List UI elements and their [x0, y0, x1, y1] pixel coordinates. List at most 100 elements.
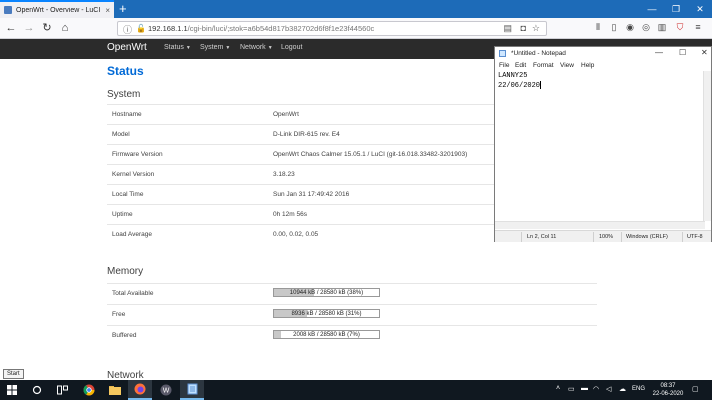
menu-logout[interactable]: Logout	[281, 44, 302, 51]
chrome-taskbar-button[interactable]	[77, 380, 101, 400]
brand-logo[interactable]: OpenWrt	[107, 42, 147, 53]
onedrive-icon[interactable]: ☁	[619, 385, 626, 393]
home-icon[interactable]: ⌂	[58, 21, 72, 35]
vertical-scrollbar[interactable]	[703, 71, 711, 221]
cursor-position: Ln 2, Col 11	[527, 234, 557, 240]
minimize-button[interactable]: —	[655, 48, 663, 57]
memory-progress-bar: 8936 kB / 28580 kB (31%)	[273, 309, 380, 318]
menu-edit[interactable]: Edit	[515, 62, 526, 69]
menu-system[interactable]: System ▼	[200, 44, 230, 51]
close-button[interactable]: ✕	[701, 48, 708, 57]
row-value: Sun Jan 31 17:49:42 2016	[273, 191, 350, 198]
memory-row: Free 8936 kB / 28580 kB (31%)	[107, 304, 597, 324]
task-view-icon	[56, 385, 68, 395]
minimize-button[interactable]: —	[640, 0, 664, 18]
row-value: 0h 12m 56s	[273, 211, 307, 218]
task-view-button[interactable]	[50, 380, 74, 400]
search-button[interactable]	[25, 380, 49, 400]
text-line: LANNY25	[498, 72, 528, 80]
row-label: Local Time	[112, 191, 144, 198]
account-icon[interactable]: ◉	[625, 22, 635, 33]
extension-icon[interactable]: ▥	[657, 22, 667, 33]
menu-system-label: System	[200, 44, 224, 51]
notepad-taskbar-button[interactable]	[180, 380, 204, 400]
battery-icon[interactable]: ▬	[581, 385, 588, 392]
row-label: Uptime	[112, 211, 133, 218]
system-clock[interactable]: 08:37 22-06-2020	[651, 382, 685, 398]
tab-close-icon[interactable]: ×	[105, 6, 110, 15]
maximize-button[interactable]: ☐	[679, 48, 686, 57]
svg-text:W: W	[163, 388, 170, 395]
start-button[interactable]	[0, 380, 24, 400]
menu-icon[interactable]: ≡	[693, 22, 703, 33]
wifi-icon[interactable]: ◠	[593, 385, 599, 393]
chrome-icon	[83, 384, 95, 396]
menu-help[interactable]: Help	[581, 62, 594, 69]
shield-icon[interactable]: ⛉	[675, 22, 685, 33]
menu-view[interactable]: View	[560, 62, 574, 69]
new-tab-button[interactable]: +	[119, 1, 127, 17]
star-icon[interactable]: ☆	[532, 23, 540, 34]
row-label: Total Available	[112, 290, 154, 297]
reader-icon[interactable]: ▤	[503, 23, 512, 34]
menu-status[interactable]: Status ▼	[164, 44, 191, 51]
notepad-statusbar: Ln 2, Col 11 100% Windows (CRLF) UTF-8	[495, 230, 711, 242]
browser-toolbar: ← → ↻ ⌂ ⓘ 🔓 192.168.1.1/cgi-bin/luci/;st…	[0, 18, 712, 39]
back-icon[interactable]: ←	[4, 21, 18, 35]
app-taskbar-button[interactable]: W	[154, 380, 178, 400]
divider	[593, 232, 594, 242]
volume-icon[interactable]: ◁	[606, 385, 611, 393]
reload-icon[interactable]: ↻	[40, 21, 54, 35]
notepad-text-area[interactable]: LANNY25 22/06/2020	[498, 72, 542, 91]
text-line-current: 22/06/2020	[498, 81, 542, 91]
row-value: 0.00, 0.02, 0.05	[273, 231, 319, 238]
notepad-menubar: File Edit Format View Help	[495, 60, 711, 71]
memory-heading: Memory	[107, 266, 144, 277]
menu-network[interactable]: Network ▼	[240, 44, 273, 51]
encoding: UTF-8	[687, 234, 703, 240]
notepad-window: *Untitled - Notepad — ☐ ✕ File Edit Form…	[494, 46, 712, 242]
chevron-up-icon[interactable]: ˄	[556, 385, 560, 392]
windows-taskbar: W ˄ ▭ ▬ ◠ ◁ ☁ ENG 08:37 22-06-2020 ▢	[0, 380, 712, 400]
forward-icon[interactable]: →	[22, 21, 36, 35]
browser-tab[interactable]: OpenWrt - Overview - LuCI ×	[0, 0, 114, 18]
menu-network-label: Network	[240, 44, 266, 51]
sidebar-icon[interactable]: ▯	[609, 22, 619, 33]
row-value: OpenWrt	[273, 111, 299, 118]
start-tooltip: Start	[3, 369, 24, 379]
library-icon[interactable]: ⫴	[593, 22, 603, 33]
url-text[interactable]: 192.168.1.1/cgi-bin/luci/;stok=a6b54d817…	[148, 24, 374, 33]
memory-progress-label: 8936 kB / 28580 kB (31%)	[291, 311, 362, 317]
pocket-icon[interactable]: ◘	[521, 23, 526, 33]
address-bar[interactable]: ⓘ 🔓 192.168.1.1/cgi-bin/luci/;stok=a6b54…	[117, 21, 547, 36]
network-icon[interactable]: ▭	[568, 385, 575, 393]
horizontal-scrollbar[interactable]	[495, 221, 705, 229]
divider	[682, 232, 683, 242]
chevron-down-icon: ▼	[185, 45, 191, 51]
folder-icon	[109, 386, 121, 395]
close-window-button[interactable]: ✕	[688, 0, 712, 18]
notepad-icon	[187, 383, 197, 395]
row-value: D-Link DIR-615 rev. E4	[273, 131, 340, 138]
notepad-titlebar[interactable]: *Untitled - Notepad — ☐ ✕	[495, 47, 711, 60]
maximize-button[interactable]: ❐	[664, 0, 688, 18]
url-path: /cgi-bin/luci/;stok=a6b54d817b382702d6f8…	[187, 24, 375, 33]
browser-tab-bar: OpenWrt - Overview - LuCI × + — ❐ ✕	[0, 0, 712, 18]
vpn-icon[interactable]: ◎	[641, 22, 651, 33]
row-label: Firmware Version	[112, 151, 163, 158]
tab-title: OpenWrt - Overview - LuCI	[16, 6, 101, 14]
row-label: Kernel Version	[112, 171, 155, 178]
language-indicator[interactable]: ENG	[632, 386, 645, 392]
notepad-title: *Untitled - Notepad	[511, 50, 566, 57]
row-label: Model	[112, 131, 130, 138]
system-heading: System	[107, 89, 141, 100]
firefox-taskbar-button[interactable]	[128, 380, 152, 400]
line-ending: Windows (CRLF)	[626, 234, 668, 240]
app-icon: W	[160, 384, 172, 396]
site-info-icon[interactable]: ⓘ	[123, 23, 132, 36]
notifications-icon[interactable]: ▢	[692, 385, 699, 393]
menu-format[interactable]: Format	[533, 62, 554, 69]
file-explorer-taskbar-button[interactable]	[103, 380, 127, 400]
lock-warning-icon[interactable]: 🔓	[136, 24, 146, 33]
menu-file[interactable]: File	[499, 62, 509, 69]
